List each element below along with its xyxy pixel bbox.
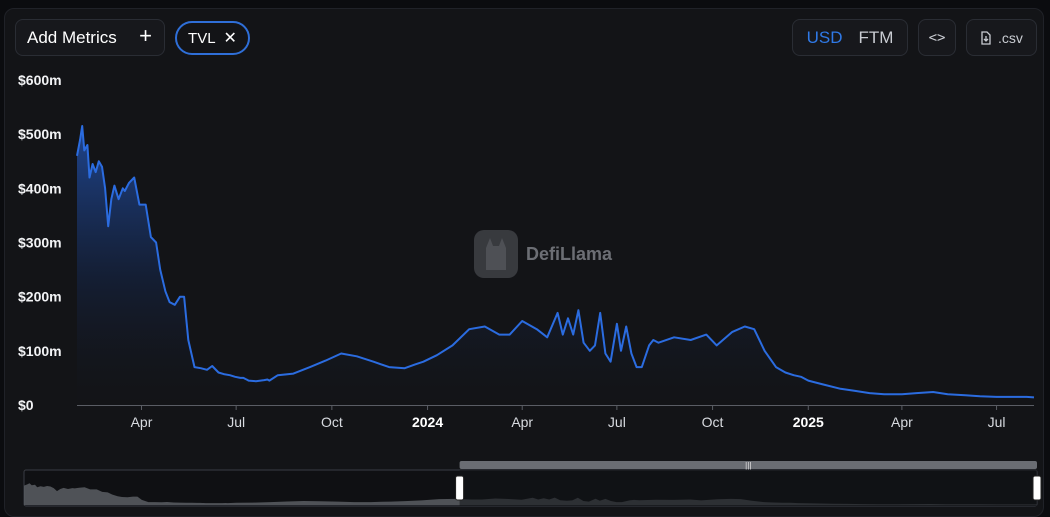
range-handle-right[interactable] [1032,475,1042,501]
x-tick-label: Apr [131,414,153,430]
range-handle-left[interactable] [455,475,465,501]
x-tick-label: Jul [608,414,626,430]
x-tick-label: Oct [702,414,724,430]
y-tick-label: $300m [18,235,62,251]
x-axis: Apr Jul Oct 2024 Apr Jul Oct 2025 Apr Jul [131,405,1006,430]
y-tick-label: $100m [18,343,62,359]
tvl-area [77,126,1034,405]
x-tick-label: 2025 [793,414,824,430]
range-selector[interactable]: ||| [23,461,1042,507]
x-tick-label: 2024 [412,414,443,430]
watermark: DefiLlama [474,230,613,278]
range-selector-window[interactable] [459,470,1038,506]
y-tick-label: $500m [18,126,62,142]
x-tick-label: Jul [988,414,1006,430]
y-axis: $0 $100m $200m $300m $400m $500m $600m [18,72,62,413]
llama-logo-icon [474,230,518,278]
tvl-chart: $0 $100m $200m $300m $400m $500m $600m Apr Jul O… [18,72,1042,507]
watermark-text: DefiLlama [526,244,613,264]
x-tick-label: Apr [891,414,913,430]
y-tick-label: $400m [18,180,62,196]
y-tick-label: $600m [18,72,62,88]
x-tick-label: Jul [227,414,245,430]
grip-icon: ||| [745,461,751,470]
x-tick-label: Oct [321,414,343,430]
x-tick-label: Apr [511,414,533,430]
y-tick-label: $200m [18,289,62,305]
y-tick-label: $0 [18,397,34,413]
